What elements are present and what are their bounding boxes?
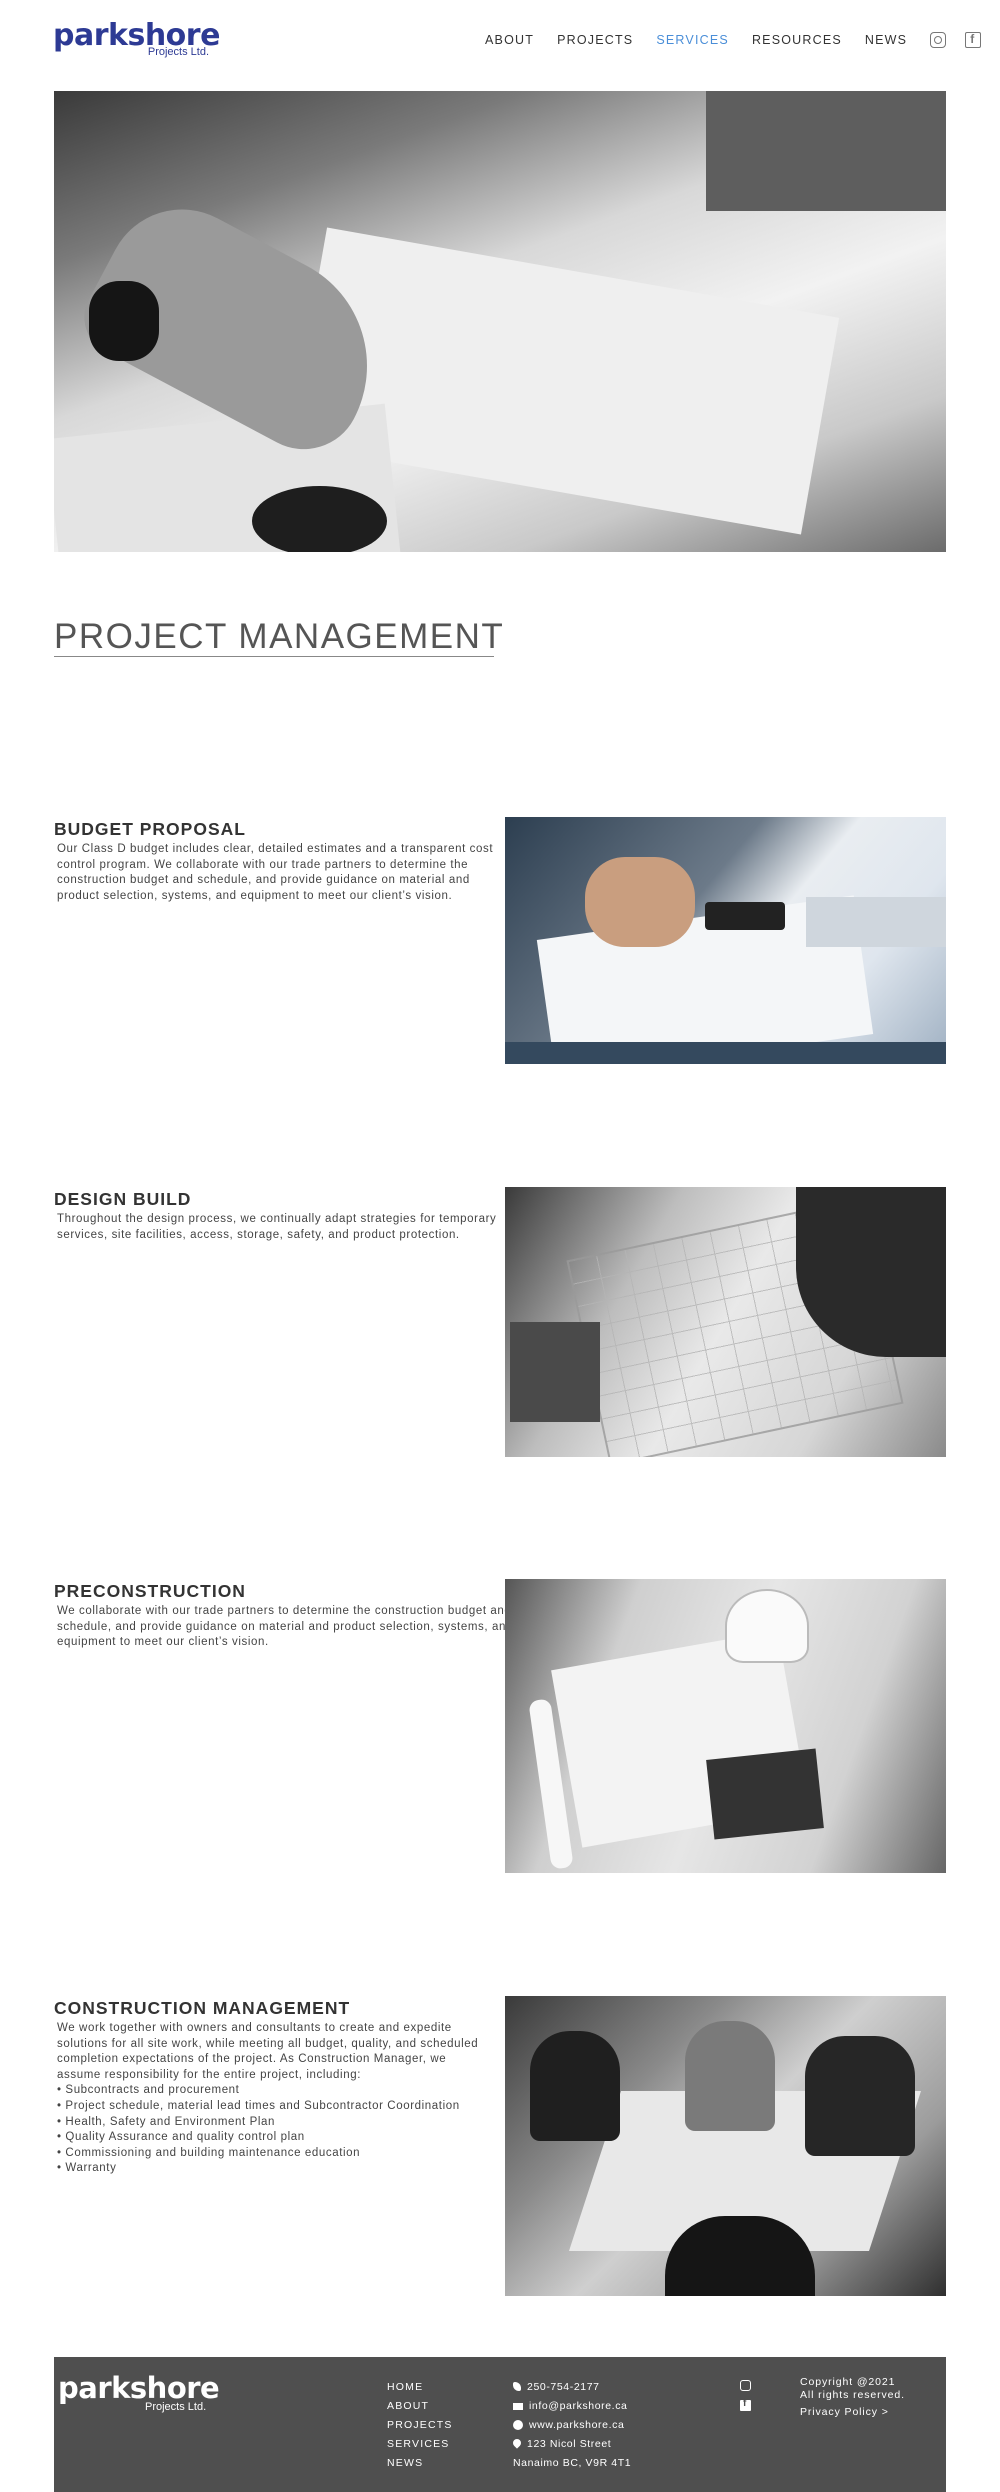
- footer-logo[interactable]: parkshore: [58, 2371, 220, 2405]
- site-logo[interactable]: parkshore Projects Ltd.: [53, 20, 220, 64]
- hero-image: [54, 91, 946, 552]
- list-item: • Commissioning and building maintenance…: [57, 2146, 361, 2159]
- section-body-design-build: Throughout the design process, we contin…: [57, 1213, 497, 1241]
- list-item: • Project schedule, material lead times …: [57, 2099, 460, 2112]
- page-title: PROJECT MANAGEMENT: [54, 617, 505, 656]
- list-item: • Subcontracts and procurement: [57, 2084, 240, 2097]
- footer-link-projects[interactable]: PROJECTS: [387, 2416, 453, 2435]
- list-item: • Quality Assurance and quality control …: [57, 2131, 305, 2144]
- section-body-preconstruction: We collaborate with our trade partners t…: [57, 1605, 513, 1649]
- footer-email[interactable]: info@parkshore.ca: [513, 2397, 631, 2416]
- footer-nav: HOME ABOUT PROJECTS SERVICES NEWS: [387, 2378, 453, 2473]
- construction-management-image: [505, 1996, 946, 2296]
- footer-copyright-line2: All rights reserved.: [800, 2389, 905, 2401]
- logo-subtitle: Projects Ltd.: [147, 46, 209, 58]
- footer-website-text: www.parkshore.ca: [529, 2419, 625, 2431]
- section-title-design-build: DESIGN BUILD: [54, 1189, 192, 1209]
- list-item: • Warranty: [57, 2162, 117, 2175]
- footer-phone-text: 250-754-2177: [527, 2381, 600, 2393]
- phone-icon: [513, 2382, 521, 2391]
- nav-about[interactable]: ABOUT: [485, 33, 534, 47]
- location-pin-icon: [511, 2437, 523, 2449]
- footer-contact: 250-754-2177 info@parkshore.ca www.parks…: [511, 2378, 631, 2473]
- footer-address-line1: 123 Nicol Street: [527, 2438, 612, 2450]
- nav-news[interactable]: NEWS: [865, 33, 907, 47]
- footer-link-about[interactable]: ABOUT: [387, 2397, 453, 2416]
- footer-address-line2-row: Nanaimo BC, V9R 4T1: [513, 2454, 631, 2473]
- instagram-icon[interactable]: [930, 32, 947, 48]
- list-item: • Health, Safety and Environment Plan: [57, 2115, 276, 2128]
- title-underline: [54, 656, 494, 657]
- section-title-budget-proposal: BUDGET PROPOSAL: [54, 819, 246, 839]
- footer-link-services[interactable]: SERVICES: [387, 2435, 453, 2454]
- footer-website[interactable]: www.parkshore.ca: [513, 2416, 631, 2435]
- site-header: parkshore Projects Ltd. ABOUT PROJECTS S…: [0, 0, 1000, 80]
- footer-link-home[interactable]: HOME: [387, 2378, 453, 2397]
- footer-link-news[interactable]: NEWS: [387, 2454, 453, 2473]
- nav-resources[interactable]: RESOURCES: [752, 33, 842, 47]
- facebook-icon[interactable]: [965, 32, 982, 48]
- mail-icon: [513, 2403, 523, 2410]
- section-body-budget-proposal: Our Class D budget includes clear, detai…: [57, 843, 494, 902]
- section-title-construction-management: CONSTRUCTION MANAGEMENT: [54, 1998, 351, 2018]
- nav-projects[interactable]: PROJECTS: [557, 33, 633, 47]
- footer-email-text: info@parkshore.ca: [529, 2400, 628, 2412]
- footer-logo-subtitle: Projects Ltd.: [145, 2401, 207, 2413]
- preconstruction-image: [505, 1579, 946, 1873]
- footer-address-line2: Nanaimo BC, V9R 4T1: [513, 2457, 632, 2469]
- construction-management-intro: We work together with owners and consult…: [57, 2022, 479, 2081]
- privacy-policy-link[interactable]: Privacy Policy >: [800, 2406, 889, 2418]
- nav-services[interactable]: SERVICES: [656, 33, 729, 47]
- budget-proposal-image: [505, 817, 946, 1064]
- facebook-icon[interactable]: [740, 2398, 751, 2411]
- globe-icon: [513, 2420, 523, 2430]
- footer-phone[interactable]: 250-754-2177: [513, 2378, 631, 2397]
- footer-copyright-line1: Copyright @2021: [800, 2376, 896, 2388]
- design-build-image: [505, 1187, 946, 1457]
- main-nav: ABOUT PROJECTS SERVICES RESOURCES NEWS: [485, 32, 1000, 48]
- section-title-preconstruction: PRECONSTRUCTION: [54, 1581, 246, 1601]
- site-footer: parkshore Projects Ltd. HOME ABOUT PROJE…: [54, 2357, 946, 2492]
- footer-copyright: Copyright @2021 All rights reserved.: [800, 2376, 905, 2402]
- instagram-icon[interactable]: [740, 2380, 751, 2391]
- footer-social: [740, 2380, 751, 2420]
- section-body-construction-management: We work together with owners and consult…: [57, 2021, 487, 2177]
- footer-address: 123 Nicol Street: [511, 2435, 631, 2454]
